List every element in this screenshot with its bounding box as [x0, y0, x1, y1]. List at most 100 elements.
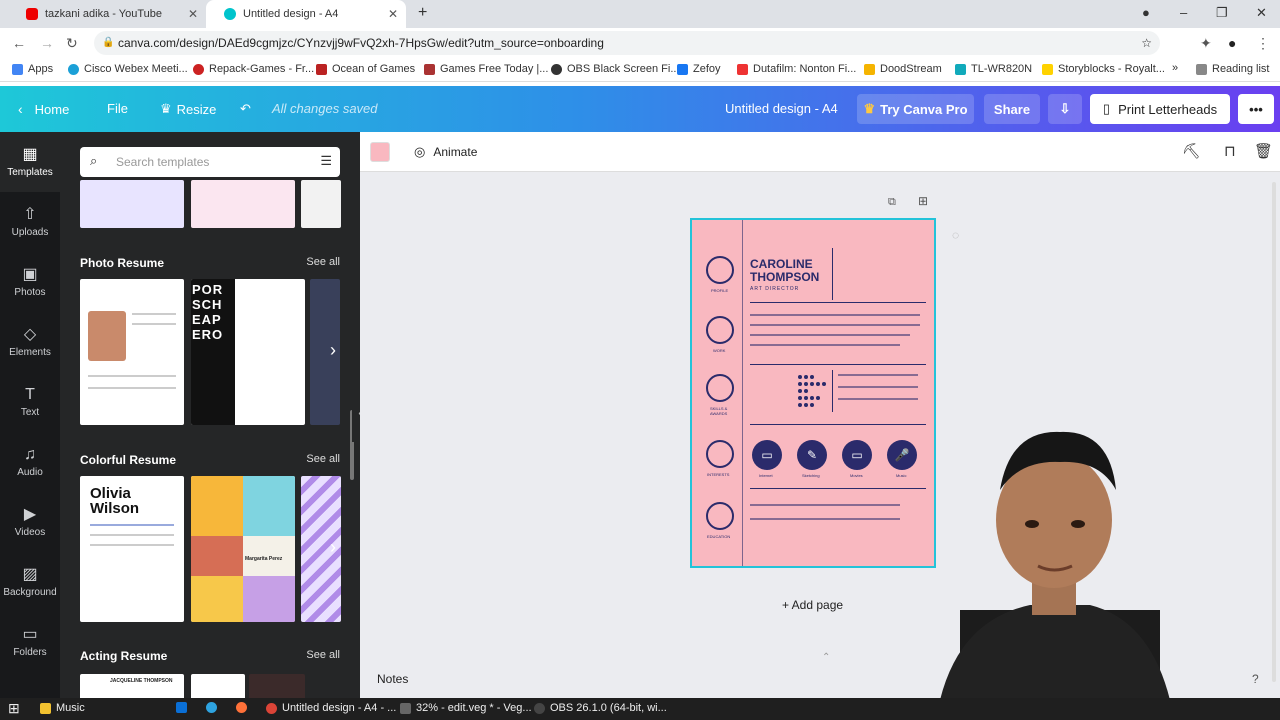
rail-audio[interactable]: ♫ Audio [0, 432, 60, 492]
account-icon[interactable]: ● [1228, 35, 1236, 51]
minimize-icon[interactable]: – [1180, 5, 1187, 20]
close-icon[interactable]: ✕ [388, 7, 398, 21]
menu-icon[interactable]: ⋮ [1256, 35, 1270, 52]
taskbar-item-music[interactable]: Music [40, 702, 85, 714]
chevron-up-icon[interactable]: ⌃ [822, 652, 830, 663]
design-page[interactable]: PROFILE CAROLINE THOMPSON ART DIRECTOR W… [690, 218, 936, 568]
firefox-icon[interactable] [236, 702, 252, 713]
print-button[interactable]: ▯ Print Letterheads [1090, 94, 1230, 124]
duplicate-page-icon[interactable]: ⧉ [888, 196, 896, 209]
reload-icon[interactable]: ↻ [66, 35, 78, 52]
add-page-button[interactable]: + Add page [782, 598, 843, 612]
maximize-icon[interactable]: ❐ [1216, 5, 1228, 21]
tab-youtube[interactable]: tazkani adika - YouTube ✕ [8, 0, 206, 28]
divider [750, 488, 926, 489]
rail-templates[interactable]: ▦ Templates [0, 132, 60, 192]
lock-icon[interactable]: ⊓ [1224, 142, 1236, 160]
rail-elements[interactable]: ◇ Elements [0, 312, 60, 372]
more-button[interactable]: ••• [1238, 94, 1274, 124]
template-thumbnail[interactable] [301, 180, 341, 228]
rail-text[interactable]: T Text [0, 372, 60, 432]
template-thumbnail[interactable] [249, 674, 305, 698]
text-icon: T [25, 386, 35, 403]
bookmark-item[interactable]: Games Free Today |... [424, 63, 548, 75]
taskbar-item-obs[interactable]: OBS 26.1.0 (64-bit, wi... [534, 702, 667, 714]
taskbar-label: 32% - edit.veg * - Veg... [416, 702, 532, 714]
bookmark-item[interactable]: DoodStream [864, 63, 942, 75]
url-field[interactable]: 🔒 canva.com/design/DAEd9cgmjzc/CYnzvjj9w… [94, 31, 1160, 55]
text-line [90, 534, 174, 536]
editor-scrollbar[interactable] [1272, 182, 1276, 682]
forward-icon[interactable]: → [40, 35, 54, 51]
reading-list[interactable]: Reading list [1196, 63, 1269, 75]
home-button[interactable]: ‹ Home [18, 101, 69, 117]
template-thumbnail[interactable] [80, 279, 184, 425]
help-icon[interactable]: ? [1252, 672, 1259, 686]
tab-canva[interactable]: Untitled design - A4 ✕ [206, 0, 406, 28]
edge-icon[interactable] [206, 702, 222, 713]
close-icon[interactable]: ✕ [188, 7, 198, 21]
rail-photos[interactable]: ▣ Photos [0, 252, 60, 312]
rail-label: Videos [14, 527, 46, 538]
browser-tab-bar: tazkani adika - YouTube ✕ Untitled desig… [0, 0, 1280, 28]
bookmark-item[interactable]: Repack-Games - Fr... [193, 63, 314, 75]
filter-icon[interactable]: ☰ [320, 153, 332, 169]
section-photo-resume: Photo Resume See all [80, 256, 340, 274]
paint-roller-icon[interactable]: ⛏ [1182, 142, 1201, 160]
search-templates-input[interactable]: ⌕ Search templates ☰ [80, 147, 340, 177]
try-pro-label: Try Canva Pro [880, 101, 968, 117]
trash-icon[interactable]: 🗑 [1254, 142, 1273, 160]
bookmark-item[interactable]: Storyblocks - Royalt... [1042, 63, 1165, 75]
see-all-link[interactable]: See all [306, 649, 340, 661]
add-page-icon[interactable]: ⊞ [918, 194, 928, 208]
apps-grid-icon [12, 63, 23, 75]
bookmark-item[interactable]: Zefoy [677, 63, 721, 75]
new-tab-button[interactable]: + [418, 4, 427, 22]
template-thumbnail[interactable] [191, 180, 295, 228]
bookmark-item[interactable]: Dutafilm: Nonton Fi... [737, 63, 856, 75]
template-thumbnail[interactable] [191, 674, 245, 698]
mail-icon[interactable] [176, 702, 192, 713]
undo-button[interactable]: ↶ [240, 101, 251, 117]
comment-icon[interactable]: ◌ [952, 228, 959, 242]
bookmark-item[interactable]: OBS Black Screen Fi... [551, 63, 679, 75]
animate-button[interactable]: ◎ Animate [414, 144, 477, 160]
chevron-right-icon[interactable]: › [330, 340, 336, 361]
bookmark-apps[interactable]: Apps [12, 63, 53, 75]
template-thumbnail[interactable]: POR SCH EAP ERO [191, 279, 305, 425]
share-button[interactable]: Share [984, 94, 1040, 124]
rail-uploads[interactable]: ⇧ Uploads [0, 192, 60, 252]
background-color-swatch[interactable] [370, 142, 390, 162]
close-window-icon[interactable]: ✕ [1256, 5, 1267, 21]
download-button[interactable]: ⇩ [1048, 94, 1082, 124]
bookmark-item[interactable]: Ocean of Games [316, 63, 415, 75]
star-icon[interactable]: ☆ [1141, 31, 1152, 55]
bookmark-item[interactable]: TL-WR820N [955, 63, 1032, 75]
profile-icon[interactable]: ● [1142, 5, 1150, 20]
design-title[interactable]: Untitled design - A4 [725, 101, 838, 116]
windows-start-icon[interactable]: ⊞ [8, 700, 20, 717]
bookmark-item[interactable]: Cisco Webex Meeti... [68, 63, 188, 75]
rail-folders[interactable]: ▭ Folders [0, 612, 60, 672]
resize-button[interactable]: ♛ Resize [160, 101, 216, 117]
chevron-right-icon[interactable]: › [330, 537, 336, 558]
template-thumbnail[interactable] [80, 180, 184, 228]
template-thumbnail[interactable]: Olivia Wilson [80, 476, 184, 622]
try-pro-button[interactable]: ♛ Try Canva Pro [857, 94, 974, 124]
notes-button[interactable]: Notes [377, 672, 408, 686]
crown-icon: ♛ [863, 101, 876, 116]
back-icon[interactable]: ← [12, 35, 26, 51]
see-all-link[interactable]: See all [306, 453, 340, 465]
file-menu[interactable]: File [107, 101, 128, 116]
photo-block [191, 536, 243, 576]
see-all-link[interactable]: See all [306, 256, 340, 268]
rail-videos[interactable]: ▶ Videos [0, 492, 60, 552]
template-thumbnail[interactable]: Margarita Perez [191, 476, 295, 622]
taskbar-item-chrome[interactable]: Untitled design - A4 - ... [266, 702, 396, 714]
taskbar-item-vegas[interactable]: 32% - edit.veg * - Veg... [400, 702, 532, 714]
extensions-icon[interactable]: ✦ [1200, 35, 1212, 52]
rail-background[interactable]: ▨ Background [0, 552, 60, 612]
text-line [750, 344, 900, 346]
template-thumbnail[interactable]: JACQUELINE THOMPSON [80, 674, 184, 698]
more-bookmarks-icon[interactable]: » [1172, 62, 1178, 74]
